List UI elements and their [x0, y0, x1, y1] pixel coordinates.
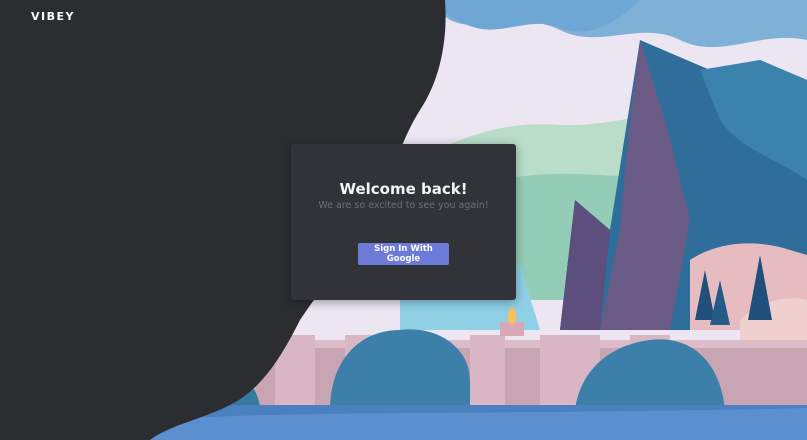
welcome-subtitle: We are so excited to see you again!: [318, 200, 489, 211]
vibey-logo: VIBEY: [31, 10, 75, 23]
sign-in-with-google-button[interactable]: Sign In With Google: [358, 243, 449, 265]
login-page: VIBEY Welcome back! We are so excited to…: [0, 0, 807, 440]
login-card: Welcome back! We are so excited to see y…: [291, 144, 516, 300]
welcome-title: Welcome back!: [339, 180, 468, 198]
